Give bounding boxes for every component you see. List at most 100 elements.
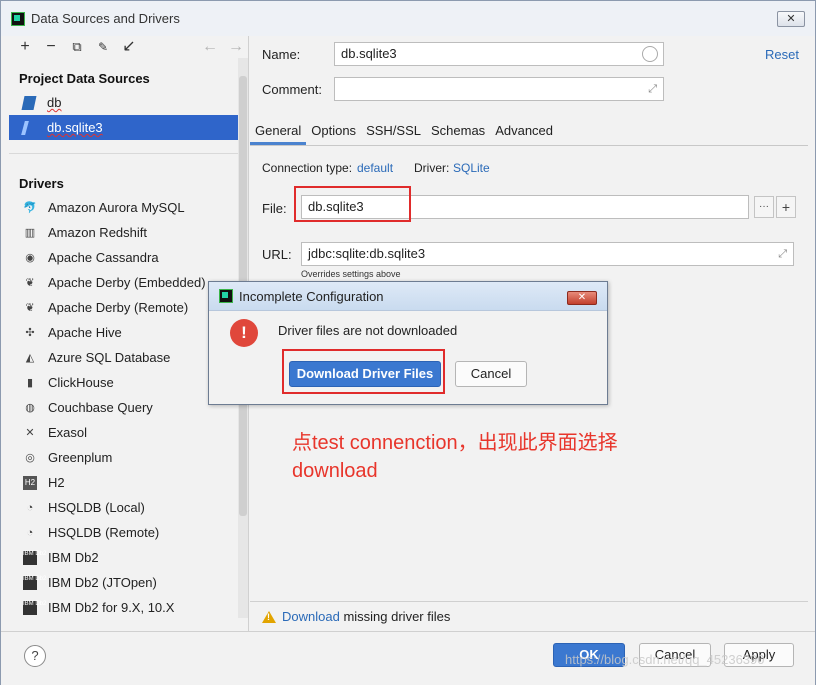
driver-item[interactable]: ✕ Exasol (9, 420, 248, 445)
color-circle-icon[interactable] (642, 46, 658, 62)
popup-message: Driver files are not downloaded (278, 323, 458, 338)
file-highlight-box (294, 186, 411, 222)
driver-label: Amazon Redshift (48, 225, 147, 240)
duplicate-icon[interactable]: ⧉ (69, 39, 85, 55)
tab-options[interactable]: Options (306, 120, 361, 145)
dolphin-icon: 🐬 (23, 201, 37, 214)
browse-button[interactable]: ··· (754, 196, 774, 218)
url-value: jdbc:sqlite:db.sqlite3 (308, 246, 426, 261)
pycharm-app-icon (11, 11, 25, 26)
driver-label: Apache Hive (48, 325, 122, 340)
driver-item[interactable]: IBM Db2 IBM Db2 (9, 545, 248, 570)
driver-label: HSQLDB (Local) (48, 500, 145, 515)
redshift-icon: ▥ (24, 226, 36, 239)
couchbase-icon: ◍ (25, 401, 35, 414)
back-arrow-icon[interactable]: ← (202, 39, 218, 55)
driver-item[interactable]: 🐬 Amazon Aurora MySQL (9, 195, 248, 220)
help-button[interactable]: ? (24, 645, 46, 667)
hsqldb-icon: ◔ (26, 526, 34, 539)
driver-label: Exasol (48, 425, 88, 440)
download-link[interactable]: Download (282, 609, 340, 624)
x-icon: ✕ (25, 426, 35, 439)
annotation-text: 点test connenction，出现此界面选择download (292, 432, 618, 482)
close-icon[interactable]: ✕ (567, 291, 597, 305)
import-icon[interactable]: ↙ (121, 39, 137, 55)
connection-type-label: Connection type: (262, 161, 353, 175)
pycharm-app-icon (219, 289, 233, 303)
driver-item[interactable]: ▥ Amazon Redshift (9, 220, 248, 245)
feather-icon: ❦ (25, 276, 35, 289)
sidebar-toolbar: + − ⧉ ✎ ↙ ← → (9, 36, 248, 58)
project-item-db-sqlite3[interactable]: db.sqlite3 (9, 115, 248, 140)
popup-title-bar: Incomplete Configuration ✕ (209, 282, 607, 311)
drivers-list: 🐬 Amazon Aurora MySQL ▥ Amazon Redshift ◉ A… (9, 195, 248, 620)
ibm-icon: IBM Db2 (23, 600, 46, 615)
clickhouse-icon: ▮ (26, 376, 34, 389)
name-label: Name: (262, 47, 301, 62)
driver-label: Azure SQL Database (48, 350, 171, 365)
wrench-icon[interactable]: ✎ (95, 39, 111, 55)
driver-label: HSQLDB (Remote) (48, 525, 160, 540)
driver-item[interactable]: ◔ HSQLDB (Remote) (9, 520, 248, 545)
driver-item[interactable]: ◉ Apache Cassandra (9, 245, 248, 270)
tab-general[interactable]: General (250, 120, 307, 145)
driver-item[interactable]: ◎ Greenplum (9, 445, 248, 470)
tab-ssh-ssl[interactable]: SSH/SSL (361, 120, 426, 145)
database-icon (21, 120, 29, 135)
overrides-note: Overrides settings above (301, 269, 401, 279)
driver-label: ClickHouse (48, 375, 114, 390)
url-label: URL: (262, 247, 292, 262)
bee-icon: ✣ (25, 326, 35, 339)
driver-value[interactable]: SQLite (453, 161, 490, 175)
close-icon[interactable]: ✕ (777, 11, 805, 27)
ibm-icon: IBM Db2 (23, 550, 46, 565)
driver-item[interactable]: IBM Db2 IBM Db2 (JTOpen) (9, 570, 248, 595)
error-icon: ! (230, 319, 258, 347)
name-input[interactable]: db.sqlite3 (334, 42, 664, 66)
watermark: https://blog.csdn.net/qq_45236390 (565, 652, 765, 667)
database-icon (21, 95, 37, 110)
driver-label: IBM Db2 (JTOpen) (48, 575, 157, 590)
h2-icon: H2 (23, 475, 37, 490)
driver-item[interactable]: H2 H2 (9, 470, 248, 495)
status-text: missing driver files (339, 609, 451, 624)
file-label: File: (262, 201, 287, 216)
feather-icon: ❦ (25, 301, 35, 314)
popup-cancel-button[interactable]: Cancel (455, 361, 527, 387)
window-title: Data Sources and Drivers (31, 11, 180, 26)
driver-label: Apache Derby (Remote) (48, 300, 189, 315)
name-value: db.sqlite3 (341, 46, 397, 61)
project-data-sources-heading: Project Data Sources (19, 71, 150, 86)
connection-type-value[interactable]: default (357, 161, 393, 175)
driver-label: IBM Db2 (48, 550, 99, 565)
drivers-heading: Drivers (19, 176, 64, 191)
driver-label: Couchbase Query (48, 400, 153, 415)
expand-icon[interactable]: ⤢ (648, 78, 657, 100)
eye-icon: ◉ (25, 251, 35, 264)
reset-link[interactable]: Reset (765, 47, 799, 62)
popup-title: Incomplete Configuration (239, 288, 384, 304)
project-item-db[interactable]: db (9, 90, 248, 115)
comment-input[interactable]: ⤢ (334, 77, 664, 101)
status-bar: Download missing driver files (250, 601, 808, 631)
expand-icon[interactable]: ⤢ (778, 243, 787, 265)
driver-item[interactable]: ◔ HSQLDB (Local) (9, 495, 248, 520)
sidebar-divider (9, 153, 238, 154)
project-item-label: db (47, 95, 62, 110)
properties-tabs: General Options SSH/SSL Schemas Advanced (250, 120, 808, 146)
ibm-icon: IBM Db2 (23, 575, 46, 590)
comment-label: Comment: (262, 82, 322, 97)
remove-icon[interactable]: − (43, 39, 59, 55)
tab-advanced[interactable]: Advanced (490, 120, 558, 145)
add-icon[interactable]: + (17, 39, 33, 55)
forward-arrow-icon[interactable]: → (228, 39, 244, 55)
greenplum-icon: ◎ (25, 451, 35, 464)
driver-label: Apache Derby (Embedded) (48, 275, 206, 290)
warning-icon (262, 610, 276, 623)
driver-item[interactable]: IBM Db2 IBM Db2 for 9.X, 10.X (9, 595, 248, 620)
add-file-button[interactable]: + (776, 196, 796, 218)
driver-label: Greenplum (48, 450, 113, 465)
url-input[interactable]: jdbc:sqlite:db.sqlite3 ⤢ (301, 242, 794, 266)
azure-icon: ◭ (25, 351, 35, 364)
tab-schemas[interactable]: Schemas (426, 120, 490, 145)
